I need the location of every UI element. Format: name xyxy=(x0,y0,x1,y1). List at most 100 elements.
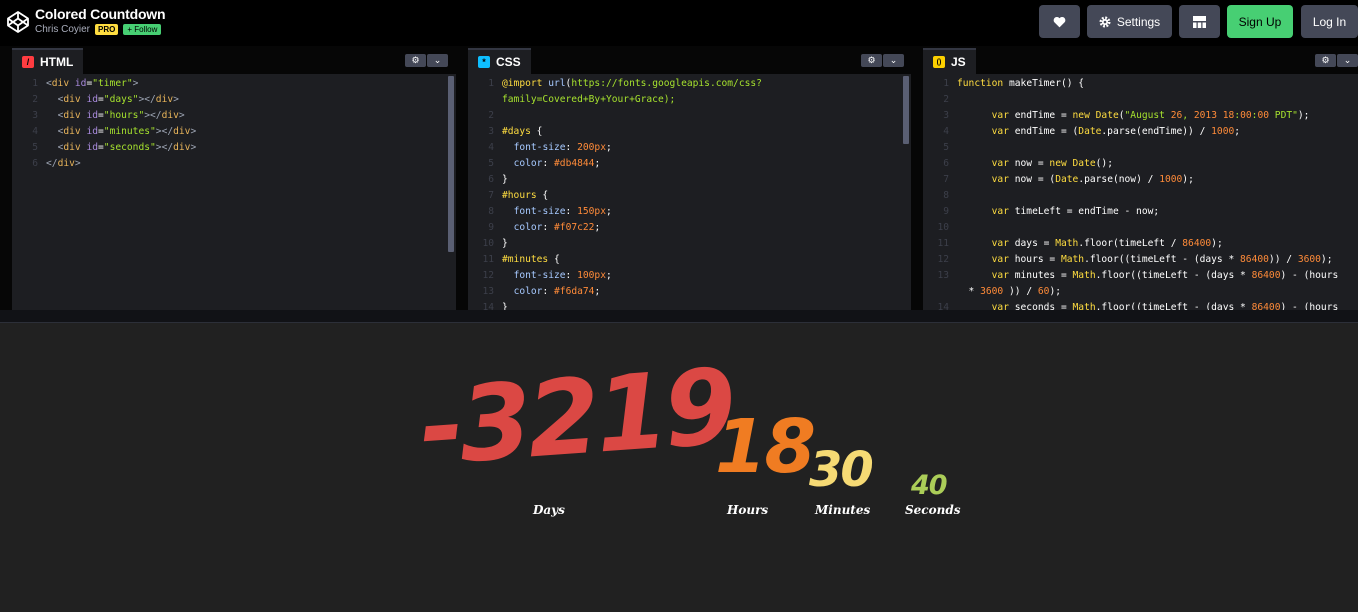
line-code: function makeTimer() { xyxy=(957,78,1085,89)
resize-handle[interactable] xyxy=(0,310,1358,323)
line-code: font-size: 100px; xyxy=(513,270,612,281)
line-code: #hours { xyxy=(502,190,549,201)
line-number: 3 xyxy=(943,110,949,121)
author-name[interactable]: Chris Coyier xyxy=(35,24,90,35)
line-number: 8 xyxy=(943,190,949,201)
line-code: font-size: 150px; xyxy=(513,206,612,217)
line-number: 13 xyxy=(937,270,949,281)
days-label: Days xyxy=(533,503,565,517)
change-view-button[interactable] xyxy=(1179,5,1220,38)
tab-js[interactable]: () JS xyxy=(923,48,976,74)
js-editor: () JS ⚙ ⌄ 1 function makeTimer() { 2 3 var … xyxy=(923,46,1358,310)
line-code: family=Covered+By+Your+Grace); xyxy=(502,94,676,105)
follow-button[interactable]: + Follow xyxy=(123,24,162,35)
js-code[interactable]: 1 function makeTimer() { 2 3 var endTime = … xyxy=(923,76,1358,310)
html-chevron-down-icon[interactable]: ⌄ xyxy=(427,54,448,67)
css-asterisk-icon: * xyxy=(478,56,490,68)
line-code: color: #db4844; xyxy=(513,158,601,169)
hours-label: Hours xyxy=(727,503,769,517)
html-code[interactable]: 1 <div id="timer"> 2 <div id="days"></div>… xyxy=(12,76,456,310)
line-code: var hours = Math.floor((timeLeft - (days… xyxy=(991,254,1333,265)
line-number: 11 xyxy=(937,238,949,249)
line-number: 13 xyxy=(482,286,494,297)
line-code: <div id="minutes"></div> xyxy=(57,126,197,137)
settings-label: Settings xyxy=(1116,14,1161,29)
js-chevron-down-icon[interactable]: ⌄ xyxy=(1337,54,1358,67)
line-number: 7 xyxy=(488,190,494,201)
line-number: 4 xyxy=(32,126,38,137)
line-code: color: #f07c22; xyxy=(513,222,601,233)
line-number: 6 xyxy=(488,174,494,185)
result-preview: -3219 18 30 40 Days Hours Minutes Second… xyxy=(0,323,1358,612)
line-code: var days = Math.floor(timeLeft / 86400); xyxy=(991,238,1223,249)
signup-button[interactable]: Sign Up xyxy=(1227,5,1293,38)
seconds-label: Seconds xyxy=(905,503,961,517)
heart-icon xyxy=(1053,16,1066,27)
editor-area: / HTML ⚙ ⌄ 1 <div id="timer"> 2 <div id="d… xyxy=(0,46,1358,310)
line-number: 3 xyxy=(32,110,38,121)
line-number: 11 xyxy=(482,254,494,265)
line-number: 12 xyxy=(482,270,494,281)
line-code: } xyxy=(502,238,508,249)
line-number: 2 xyxy=(943,94,949,105)
tab-label: CSS xyxy=(496,55,521,69)
css-chevron-down-icon[interactable]: ⌄ xyxy=(883,54,904,67)
html-scrollbar[interactable] xyxy=(448,76,454,252)
line-number: 5 xyxy=(488,158,494,169)
html-slash-icon: / xyxy=(22,56,34,68)
html-editor: / HTML ⚙ ⌄ 1 <div id="timer"> 2 <div id="d… xyxy=(12,46,456,310)
tab-css[interactable]: * CSS xyxy=(468,48,531,74)
css-scrollbar[interactable] xyxy=(903,76,909,144)
days-value: -3219 xyxy=(416,345,737,489)
settings-button[interactable]: Settings xyxy=(1087,5,1172,38)
tab-label: HTML xyxy=(40,55,74,69)
login-button[interactable]: Log In xyxy=(1301,5,1358,38)
minutes-value: 30 xyxy=(809,442,874,498)
line-code: <div id="days"></div> xyxy=(57,94,179,105)
line-number: 9 xyxy=(488,222,494,233)
minutes-label: Minutes xyxy=(815,503,871,517)
hours-value: 18 xyxy=(715,404,816,490)
line-number: 4 xyxy=(488,142,494,153)
line-code: color: #f6da74; xyxy=(513,286,601,297)
line-code: * 3600 )) / 60); xyxy=(957,286,1061,297)
line-number: 3 xyxy=(488,126,494,137)
line-number: 12 xyxy=(937,254,949,265)
line-number: 2 xyxy=(488,110,494,121)
line-code: <div id="seconds"></div> xyxy=(57,142,197,153)
line-code: var now = new Date(); xyxy=(991,158,1113,169)
line-code: <div id="timer"> xyxy=(46,78,139,89)
line-code: } xyxy=(502,302,508,310)
css-settings-gear-icon[interactable]: ⚙ xyxy=(861,54,882,67)
line-number: 4 xyxy=(943,126,949,137)
line-number: 9 xyxy=(943,206,949,217)
pen-title[interactable]: Colored Countdown xyxy=(35,5,166,23)
line-number: 6 xyxy=(32,158,38,169)
line-number: 10 xyxy=(937,222,949,233)
html-settings-gear-icon[interactable]: ⚙ xyxy=(405,54,426,67)
line-number: 14 xyxy=(937,302,949,310)
love-button[interactable] xyxy=(1039,5,1080,38)
line-number: 1 xyxy=(488,78,494,89)
line-code: var endTime = (Date.parse(endTime)) / 10… xyxy=(991,126,1241,137)
layout-grid-icon xyxy=(1193,15,1206,28)
codepen-logo-icon[interactable] xyxy=(6,10,30,34)
js-settings-gear-icon[interactable]: ⚙ xyxy=(1315,54,1336,67)
tab-label: JS xyxy=(951,55,966,69)
line-code: #days { xyxy=(502,126,543,137)
line-number: 1 xyxy=(943,78,949,89)
line-code: var minutes = Math.floor((timeLeft - (da… xyxy=(991,270,1339,281)
line-code: <div id="hours"></div> xyxy=(57,110,185,121)
seconds-value: 40 xyxy=(911,470,948,501)
line-code: var seconds = Math.floor((timeLeft - (da… xyxy=(991,302,1339,310)
js-braces-icon: () xyxy=(933,56,945,68)
app-header: Colored Countdown Chris Coyier PRO + Fol… xyxy=(0,0,1358,46)
line-code: @import url(https://fonts.googleapis.com… xyxy=(502,78,762,89)
gear-icon xyxy=(1099,16,1111,27)
css-code[interactable]: 1 @import url(https://fonts.googleapis.co… xyxy=(468,76,911,310)
tab-html[interactable]: / HTML xyxy=(12,48,84,74)
line-code: #minutes { xyxy=(502,254,560,265)
line-code: </div> xyxy=(46,158,81,169)
line-number: 10 xyxy=(482,238,494,249)
line-number: 2 xyxy=(32,94,38,105)
